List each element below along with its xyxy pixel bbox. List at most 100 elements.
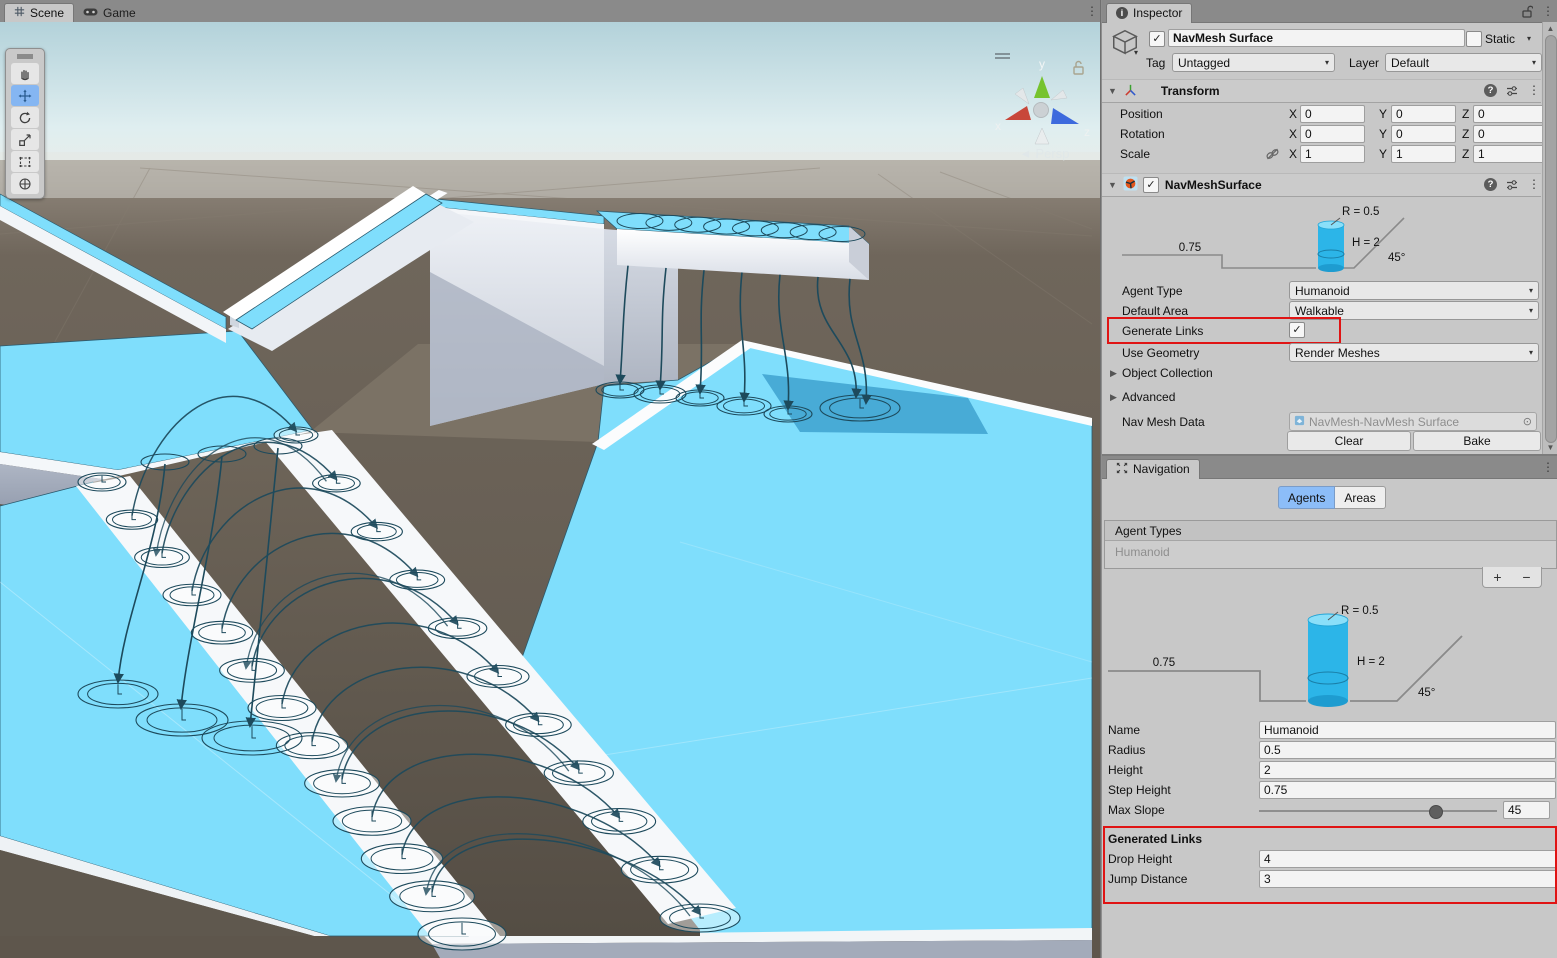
jump-distance-label: Jump Distance	[1108, 872, 1187, 886]
tab-navigation[interactable]: Navigation	[1106, 459, 1200, 479]
clear-button[interactable]: Clear	[1287, 431, 1411, 451]
transform-icon	[18, 177, 32, 191]
radius-label: Radius	[1108, 743, 1145, 757]
transform-tool-button[interactable]	[11, 173, 39, 194]
help-icon[interactable]: ?	[1484, 178, 1497, 191]
jump-distance-field[interactable]: 3	[1259, 870, 1557, 888]
navigation-tabstrip: Navigation ⋮	[1102, 456, 1557, 479]
radius-label: R = 0.5	[1341, 605, 1378, 617]
step-height-label: 0.75	[1153, 657, 1175, 669]
chevron-down-icon[interactable]: ▾	[1134, 49, 1138, 57]
radius-field[interactable]: 0.5	[1259, 741, 1556, 759]
layer-dropdown[interactable]: Default▾	[1385, 53, 1542, 72]
navmeshsurface-icon	[1123, 176, 1138, 194]
name-field[interactable]: Humanoid	[1259, 721, 1556, 739]
game-controller-icon	[83, 6, 98, 20]
tab-label: Game	[103, 6, 136, 20]
drop-height-label: Drop Height	[1108, 852, 1172, 866]
object-collection-foldout[interactable]: Object Collection	[1122, 366, 1213, 380]
position-y-field[interactable]: 0	[1391, 105, 1456, 123]
inspector-more-icon[interactable]: ⋮	[1542, 4, 1554, 18]
object-picker-icon[interactable]: ⊙	[1523, 415, 1532, 428]
agent-type-item[interactable]: Humanoid	[1105, 541, 1556, 563]
tab-game[interactable]: Game	[74, 3, 145, 22]
generate-links-checkbox[interactable]: ✓	[1289, 322, 1305, 338]
lock-icon[interactable]	[1074, 62, 1083, 75]
nav-mesh-data-value: NavMesh-NavMesh Surface	[1309, 415, 1523, 429]
rect-icon	[18, 155, 32, 169]
rect-tool-button[interactable]	[11, 151, 39, 172]
component-enabled-checkbox[interactable]: ✓	[1143, 177, 1159, 193]
bake-button[interactable]: Bake	[1413, 431, 1541, 451]
scrollbar-thumb[interactable]	[1545, 35, 1557, 443]
projection-label: ◄ Persp	[1019, 146, 1069, 161]
scroll-up-icon[interactable]: ▲	[1543, 22, 1557, 34]
presets-icon[interactable]	[1505, 178, 1519, 195]
max-slope-slider-thumb[interactable]	[1429, 805, 1443, 819]
scroll-down-icon[interactable]: ▼	[1543, 443, 1557, 453]
foldout-open-icon[interactable]: ▼	[1108, 86, 1117, 96]
radius-label: R = 0.5	[1342, 206, 1379, 218]
agent-type-label: Agent Type	[1122, 284, 1183, 298]
drop-height-field[interactable]: 4	[1259, 850, 1557, 868]
static-caret-icon[interactable]: ▾	[1527, 35, 1531, 43]
navmeshsurface-header[interactable]: ▼ ✓ NavMeshSurface ? ⋮	[1102, 173, 1541, 197]
gameobject-name-field[interactable]: NavMesh Surface	[1168, 29, 1465, 47]
height-label: Height	[1108, 763, 1143, 777]
gameobject-active-checkbox[interactable]: ✓	[1149, 31, 1165, 47]
palette-handle-icon[interactable]	[17, 54, 33, 59]
height-label: H = 2	[1352, 237, 1380, 249]
rotation-label: Rotation	[1120, 127, 1165, 141]
foldout-open-icon[interactable]: ▼	[1108, 180, 1117, 190]
component-more-icon[interactable]: ⋮	[1528, 177, 1540, 191]
static-checkbox[interactable]	[1466, 31, 1482, 47]
orientation-gizmo[interactable]: y x z ◄ Persp	[985, 46, 1100, 166]
scale-x-field[interactable]: 1	[1300, 145, 1365, 163]
layer-value: Default	[1391, 56, 1429, 70]
transform-header[interactable]: ▼ Transform ? ⋮	[1102, 79, 1541, 103]
max-slope-slider[interactable]	[1259, 810, 1497, 812]
rotation-y-field[interactable]: 0	[1391, 125, 1456, 143]
help-icon[interactable]: ?	[1484, 84, 1497, 97]
scale-y-field[interactable]: 1	[1391, 145, 1456, 163]
max-slope-label: Max Slope	[1108, 803, 1165, 817]
scale-tool-button[interactable]	[11, 129, 39, 150]
tab-scene[interactable]: Scene	[4, 3, 74, 23]
max-slope-field[interactable]: 45	[1503, 801, 1550, 819]
scene-tabstrip: Scene Game ⋮	[0, 0, 1102, 23]
foldout-closed-icon[interactable]: ▶	[1110, 368, 1117, 379]
areas-tab[interactable]: Areas	[1335, 486, 1385, 509]
tab-inspector[interactable]: i Inspector	[1106, 3, 1192, 23]
remove-agent-button[interactable]: −	[1522, 569, 1530, 585]
position-x-field[interactable]: 0	[1300, 105, 1365, 123]
agents-tab[interactable]: Agents	[1278, 486, 1335, 509]
position-z-field[interactable]: 0	[1473, 105, 1545, 123]
inspector-scrollbar[interactable]: ▲ ▼	[1542, 22, 1557, 454]
step-height-field[interactable]: 0.75	[1259, 781, 1556, 799]
height-field[interactable]: 2	[1259, 761, 1556, 779]
hand-tool-button[interactable]	[11, 63, 39, 84]
presets-icon[interactable]	[1505, 84, 1519, 101]
navigation-more-icon[interactable]: ⋮	[1542, 460, 1554, 474]
foldout-closed-icon[interactable]: ▶	[1110, 392, 1117, 403]
use-geometry-dropdown[interactable]: Render Meshes▾	[1289, 343, 1539, 362]
agent-type-dropdown[interactable]: Humanoid▾	[1289, 281, 1539, 300]
inspector-lock-icon[interactable]	[1521, 5, 1533, 21]
tag-dropdown[interactable]: Untagged▾	[1172, 53, 1335, 72]
scale-z-field[interactable]: 1	[1473, 145, 1545, 163]
axis-cones[interactable]	[1005, 76, 1079, 144]
rotate-tool-button[interactable]	[11, 107, 39, 128]
scene-more-icon[interactable]: ⋮	[1086, 4, 1098, 18]
rotation-z-field[interactable]: 0	[1473, 125, 1545, 143]
rotation-x-field[interactable]: 0	[1300, 125, 1365, 143]
default-area-dropdown[interactable]: Walkable▾	[1289, 301, 1539, 320]
tab-label: Navigation	[1133, 462, 1190, 476]
agents-areas-toggle: Agents Areas	[1278, 487, 1386, 508]
add-agent-button[interactable]: +	[1493, 569, 1501, 585]
scene-viewport[interactable]	[0, 22, 1102, 958]
constrain-proportions-icon[interactable]	[1265, 147, 1280, 164]
nav-mesh-data-object-field[interactable]: NavMesh-NavMesh Surface ⊙	[1289, 412, 1537, 431]
advanced-foldout[interactable]: Advanced	[1122, 390, 1175, 404]
move-tool-button[interactable]	[11, 85, 39, 106]
component-more-icon[interactable]: ⋮	[1528, 83, 1540, 97]
